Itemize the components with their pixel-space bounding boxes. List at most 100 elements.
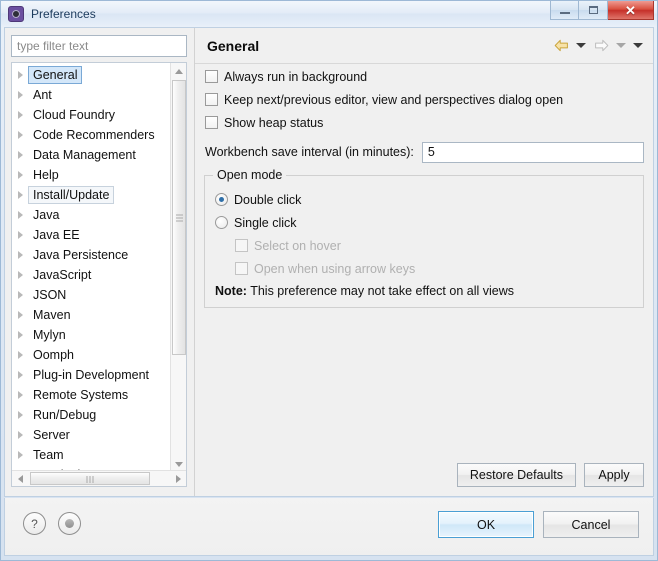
radio-icon[interactable] <box>215 216 228 229</box>
save-interval-input[interactable]: 5 <box>421 141 644 163</box>
sidebar-item-remote-systems[interactable]: Remote Systems <box>12 385 170 405</box>
sidebar-item-java-persistence[interactable]: Java Persistence <box>12 245 170 265</box>
checkbox-icon <box>235 239 248 252</box>
preferences-tree[interactable]: General Ant Cloud Foundry Code Recommenders… <box>11 62 187 487</box>
close-button[interactable]: ✕ <box>608 1 654 20</box>
sidebar-item-run-debug[interactable]: Run/Debug <box>12 405 170 425</box>
expand-triangle-icon[interactable] <box>18 191 23 199</box>
radio-row[interactable]: Double click <box>205 188 643 211</box>
checkbox-label: Select on hover <box>254 238 341 253</box>
page-view-menu[interactable] <box>631 36 645 54</box>
checkbox-row[interactable]: Keep next/previous editor, view and pers… <box>195 88 653 111</box>
sidebar-item-team[interactable]: Team <box>12 445 170 465</box>
save-interval-row: Workbench save interval (in minutes): 5 <box>195 141 653 163</box>
checkbox-icon[interactable] <box>205 93 218 106</box>
sidebar-item-cloud-foundry[interactable]: Cloud Foundry <box>12 105 170 125</box>
page-nav-toolbar <box>551 36 645 54</box>
cancel-button[interactable]: Cancel <box>543 511 639 538</box>
back-button[interactable] <box>551 36 571 54</box>
checkbox-row[interactable]: Show heap status <box>195 111 653 134</box>
sidebar-item-ant[interactable]: Ant <box>12 85 170 105</box>
vertical-scrollbar-thumb[interactable] <box>172 80 186 355</box>
sidebar-item-install-update[interactable]: Install/Update <box>12 185 170 205</box>
sidebar-item-data-management[interactable]: Data Management <box>12 145 170 165</box>
scroll-right-button[interactable] <box>170 471 186 486</box>
expand-triangle-icon[interactable] <box>18 431 23 439</box>
filter-placeholder: type filter text <box>17 39 89 53</box>
window-controls: ✕ <box>550 1 654 20</box>
sidebar-item-label: Java <box>33 208 60 222</box>
sidebar-item-javascript[interactable]: JavaScript <box>12 265 170 285</box>
page-header: General <box>195 28 653 64</box>
preferences-gear-icon <box>8 5 24 22</box>
sidebar-item-general[interactable]: General <box>12 65 170 85</box>
expand-triangle-icon[interactable] <box>18 411 23 419</box>
horizontal-scrollbar-thumb[interactable] <box>30 472 150 485</box>
expand-triangle-icon[interactable] <box>18 91 23 99</box>
expand-triangle-icon[interactable] <box>18 271 23 279</box>
ok-button[interactable]: OK <box>438 511 534 538</box>
expand-triangle-icon[interactable] <box>18 331 23 339</box>
triangle-right-icon <box>175 474 181 483</box>
help-icon[interactable]: ? <box>23 512 46 535</box>
sidebar-item-help[interactable]: Help <box>12 165 170 185</box>
preference-page-pane: General Always run in background Keep ne… <box>194 28 653 496</box>
sidebar-item-server[interactable]: Server <box>12 425 170 445</box>
sidebar-item-label: Remote Systems <box>33 388 129 402</box>
sidebar-item-oomph[interactable]: Oomph <box>12 345 170 365</box>
general-checkbox-group: Always run in background Keep next/previo… <box>195 65 653 134</box>
scrollbar-grip-icon <box>176 214 183 221</box>
restore-defaults-button[interactable]: Restore Defaults <box>456 463 576 487</box>
forward-history-dropdown[interactable] <box>614 36 628 54</box>
expand-triangle-icon[interactable] <box>18 131 23 139</box>
expand-triangle-icon[interactable] <box>18 291 23 299</box>
sidebar-item-json[interactable]: JSON <box>12 285 170 305</box>
sidebar-item-maven[interactable]: Maven <box>12 305 170 325</box>
forward-arrow-icon <box>594 39 608 51</box>
chevron-down-icon <box>616 42 626 48</box>
tree-horizontal-scrollbar[interactable] <box>12 470 186 486</box>
expand-triangle-icon[interactable] <box>18 451 23 459</box>
oomph-recorder-icon[interactable] <box>58 512 81 535</box>
back-history-dropdown[interactable] <box>574 36 588 54</box>
expand-triangle-icon[interactable] <box>18 111 23 119</box>
expand-triangle-icon[interactable] <box>18 151 23 159</box>
sidebar-item-java[interactable]: Java <box>12 205 170 225</box>
sidebar-item-plug-in-development[interactable]: Plug-in Development <box>12 365 170 385</box>
checkbox-row[interactable]: Always run in background <box>195 65 653 88</box>
expand-triangle-icon[interactable] <box>18 391 23 399</box>
preferences-dialog: Preferences ✕ type filter text General An… <box>0 0 658 561</box>
maximize-button[interactable] <box>579 1 608 20</box>
minimize-icon <box>559 12 570 14</box>
filter-input[interactable]: type filter text <box>11 35 187 57</box>
expand-triangle-icon[interactable] <box>18 231 23 239</box>
scrollbar-grip-icon <box>86 476 94 483</box>
expand-triangle-icon[interactable] <box>18 251 23 259</box>
scroll-left-button[interactable] <box>12 471 28 486</box>
checkbox-icon[interactable] <box>205 70 218 83</box>
checkbox-icon[interactable] <box>205 116 218 129</box>
chevron-down-icon <box>576 42 586 48</box>
triangle-up-icon <box>175 68 183 74</box>
forward-button[interactable] <box>591 36 611 54</box>
expand-triangle-icon[interactable] <box>18 371 23 379</box>
footer-buttons: OK Cancel <box>438 511 639 538</box>
expand-triangle-icon[interactable] <box>18 71 23 79</box>
sidebar-item-code-recommenders[interactable]: Code Recommenders <box>12 125 170 145</box>
minimize-button[interactable] <box>550 1 579 20</box>
scroll-up-button[interactable] <box>171 63 186 79</box>
sidebar-item-label: JSON <box>33 288 67 302</box>
expand-triangle-icon[interactable] <box>18 211 23 219</box>
sidebar-item-mylyn[interactable]: Mylyn <box>12 325 170 345</box>
expand-triangle-icon[interactable] <box>18 351 23 359</box>
sidebar-item-label: Maven <box>33 308 71 322</box>
apply-button[interactable]: Apply <box>584 463 644 487</box>
expand-triangle-icon[interactable] <box>18 311 23 319</box>
sidebar-item-java-ee[interactable]: Java EE <box>12 225 170 245</box>
tree-vertical-scrollbar[interactable] <box>170 63 186 472</box>
title-bar[interactable]: Preferences ✕ <box>1 1 657 26</box>
open-mode-sub-options: Select on hover Open when using arrow key… <box>205 234 643 280</box>
expand-triangle-icon[interactable] <box>18 171 23 179</box>
radio-icon[interactable] <box>215 193 228 206</box>
radio-row[interactable]: Single click <box>205 211 643 234</box>
